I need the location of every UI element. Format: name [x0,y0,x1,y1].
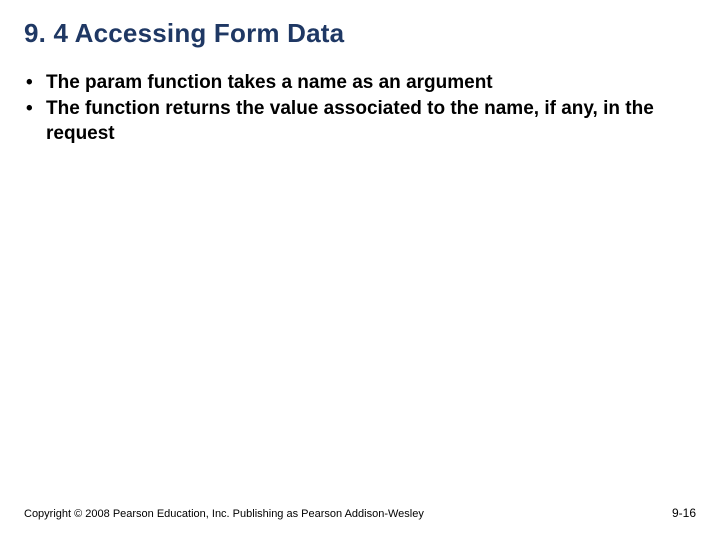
copyright-text: Copyright © 2008 Pearson Education, Inc.… [24,508,424,520]
bullet-list: The param function takes a name as an ar… [24,71,696,146]
footer: Copyright © 2008 Pearson Education, Inc.… [24,506,696,520]
slide-title: 9. 4 Accessing Form Data [24,18,696,49]
list-item: The param function takes a name as an ar… [24,71,696,95]
page-number: 9-16 [672,506,696,520]
slide: 9. 4 Accessing Form Data The param funct… [0,0,720,540]
list-item: The function returns the value associate… [24,97,696,146]
